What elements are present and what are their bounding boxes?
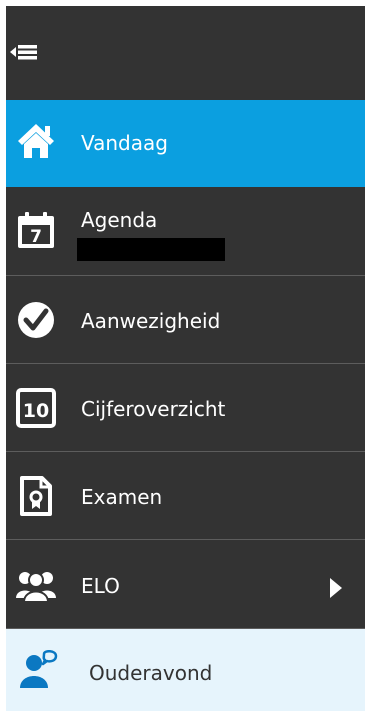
- sidebar-menu: Vandaag 7 Agenda Aanwezigheid 10 Cijfero…: [6, 6, 365, 711]
- menu-item-elo[interactable]: ELO: [6, 540, 365, 629]
- menu-item-aanwezigheid[interactable]: Aanwezigheid: [6, 276, 365, 364]
- menu-item-label: Agenda: [81, 208, 158, 232]
- menu-item-examen[interactable]: Examen: [6, 452, 365, 540]
- menu-item-label: Aanwezigheid: [81, 309, 221, 333]
- calendar-day-number: 7: [30, 227, 42, 247]
- checkmark-circle-icon: [18, 302, 54, 338]
- menu-header: [6, 6, 365, 100]
- collapse-menu-icon[interactable]: [10, 39, 38, 67]
- calendar-icon: 7: [18, 212, 54, 248]
- redacted-text: [77, 238, 225, 261]
- menu-item-agenda[interactable]: 7 Agenda: [6, 188, 365, 276]
- grade-10-icon: 10: [16, 388, 56, 428]
- menu-item-label: Ouderavond: [89, 661, 213, 685]
- menu-item-label: Cijferoverzicht: [81, 397, 226, 421]
- group-icon: [16, 572, 56, 603]
- exam-document-icon: [20, 476, 52, 516]
- menu-item-ouderavond[interactable]: Ouderavond: [6, 629, 365, 711]
- chevron-right-icon[interactable]: [328, 576, 344, 600]
- menu-item-cijferoverzicht[interactable]: 10 Cijferoverzicht: [6, 364, 365, 452]
- menu-item-label: Vandaag: [81, 131, 168, 155]
- menu-item-label: ELO: [81, 574, 120, 598]
- menu-item-vandaag[interactable]: Vandaag: [6, 100, 365, 187]
- home-icon: [18, 124, 54, 158]
- parent-meeting-icon: [20, 650, 58, 688]
- menu-item-label: Examen: [81, 485, 163, 509]
- grade-value: 10: [23, 400, 49, 422]
